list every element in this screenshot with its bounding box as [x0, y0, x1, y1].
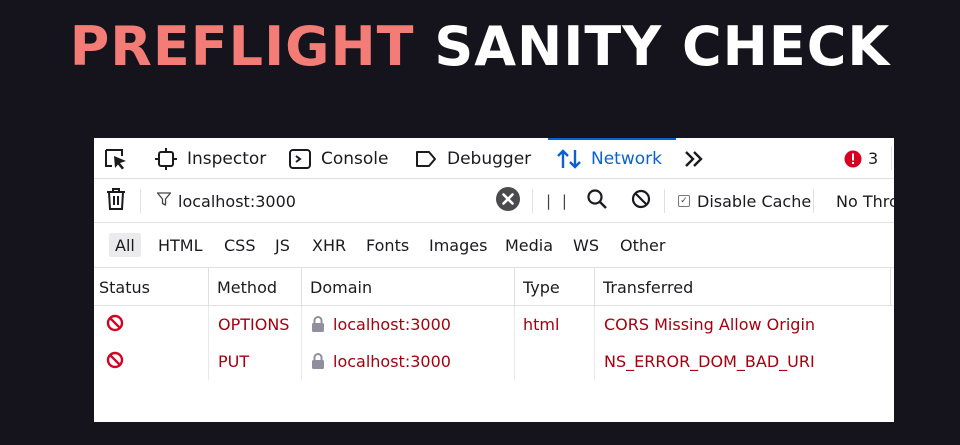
column-domain[interactable]: Domain	[301, 268, 514, 306]
type-filter-all[interactable]: All	[109, 233, 141, 257]
inspector-icon	[154, 147, 178, 171]
transferred-cell: CORS Missing Allow Origin	[594, 306, 815, 343]
tab-debugger-label: Debugger	[447, 148, 532, 169]
trash-icon	[105, 187, 127, 215]
clear-circle-icon	[495, 186, 521, 216]
tab-inspector-label: Inspector	[187, 148, 267, 169]
error-icon	[844, 150, 862, 168]
lock-icon	[311, 316, 325, 333]
throttling-select[interactable]: No Thro	[836, 179, 894, 223]
tab-inspector[interactable]: Inspector	[154, 138, 266, 179]
type-filter-css[interactable]: CSS	[218, 233, 261, 257]
disable-cache-toggle[interactable]: ✓ Disable Cache	[678, 179, 811, 223]
block-requests-button[interactable]	[631, 179, 651, 223]
column-divider	[890, 268, 891, 306]
filter-divider	[813, 189, 814, 213]
funnel-icon	[156, 191, 172, 211]
throttling-value: No Thro	[836, 191, 894, 211]
type-cell	[514, 343, 523, 380]
type-filter-js[interactable]: JS	[269, 233, 296, 257]
filter-divider	[532, 189, 533, 213]
headline: PREFLIGHT SANITY CHECK	[0, 14, 960, 80]
error-count: 3	[868, 149, 879, 168]
tab-network[interactable]: Network	[548, 138, 676, 179]
url-filter-value: localhost:3000	[178, 191, 296, 211]
blocked-status-icon	[106, 314, 124, 336]
tab-debugger[interactable]: Debugger	[414, 138, 531, 179]
network-arrows-icon	[556, 147, 582, 171]
column-method[interactable]: Method	[208, 268, 301, 306]
domain-text: localhost:3000	[333, 352, 451, 371]
status-cell	[106, 306, 124, 343]
network-filter-bar: localhost:3000 | | ✓ Disable Cache No Th…	[94, 179, 894, 223]
clear-filter-button[interactable]	[495, 179, 521, 223]
pause-label: | |	[546, 192, 570, 210]
search-icon	[586, 188, 608, 214]
method-cell: OPTIONS	[208, 306, 289, 343]
devtools-panel: Inspector Console Debugger Network 3 loc…	[94, 138, 894, 422]
filter-divider	[664, 189, 665, 213]
filter-divider	[140, 189, 141, 213]
domain-cell: localhost:3000	[301, 343, 451, 380]
type-cell: html	[514, 306, 559, 343]
type-filter-ws[interactable]: WS	[567, 233, 605, 257]
domain-cell: localhost:3000	[301, 306, 451, 343]
disable-cache-label: Disable Cache	[697, 191, 812, 211]
devtools-toolbar: Inspector Console Debugger Network 3	[94, 138, 894, 179]
chevrons-right-icon	[682, 147, 706, 171]
type-filter-images[interactable]: Images	[423, 233, 493, 257]
element-picker-button[interactable]	[103, 138, 129, 179]
toolbar-divider	[891, 146, 892, 170]
blocked-status-icon	[106, 351, 124, 373]
column-transferred[interactable]: Transferred	[594, 268, 890, 306]
more-tools-button[interactable]	[682, 138, 706, 179]
debugger-icon	[414, 147, 438, 171]
column-status[interactable]: Status	[94, 268, 208, 306]
tab-console-label: Console	[321, 148, 389, 169]
console-icon	[288, 147, 312, 171]
error-counter[interactable]: 3	[844, 138, 878, 179]
lock-icon	[311, 353, 325, 370]
headline-word-1: PREFLIGHT	[69, 15, 415, 78]
table-row[interactable]: PUT localhost:3000 NS_ERROR_DOM_BAD_URI	[94, 343, 894, 380]
url-filter-input[interactable]: localhost:3000	[156, 179, 522, 223]
tab-console[interactable]: Console	[288, 138, 389, 179]
type-filter-html[interactable]: HTML	[152, 233, 209, 257]
type-filter-xhr[interactable]: XHR	[306, 233, 352, 257]
search-button[interactable]	[586, 179, 608, 223]
column-type[interactable]: Type	[514, 268, 594, 306]
blocked-icon	[631, 189, 651, 213]
headline-word-2: SANITY CHECK	[434, 15, 891, 78]
clear-requests-button[interactable]	[105, 179, 127, 223]
table-row[interactable]: OPTIONS localhost:3000 html CORS Missing…	[94, 306, 894, 343]
request-type-filters: All HTML CSS JS XHR Fonts Images Media W…	[94, 223, 894, 268]
method-cell: PUT	[208, 343, 249, 380]
requests-table-header: Status Method Domain Type Transferred	[94, 268, 894, 306]
tab-network-label: Network	[591, 148, 662, 169]
type-filter-media[interactable]: Media	[499, 233, 559, 257]
type-filter-fonts[interactable]: Fonts	[360, 233, 415, 257]
domain-text: localhost:3000	[333, 315, 451, 334]
type-filter-other[interactable]: Other	[614, 233, 671, 257]
pause-recording-button[interactable]: | |	[546, 179, 570, 223]
element-picker-icon	[103, 147, 129, 171]
transferred-cell: NS_ERROR_DOM_BAD_URI	[594, 343, 815, 380]
status-cell	[106, 343, 124, 380]
disable-cache-checkbox[interactable]: ✓	[678, 195, 690, 207]
